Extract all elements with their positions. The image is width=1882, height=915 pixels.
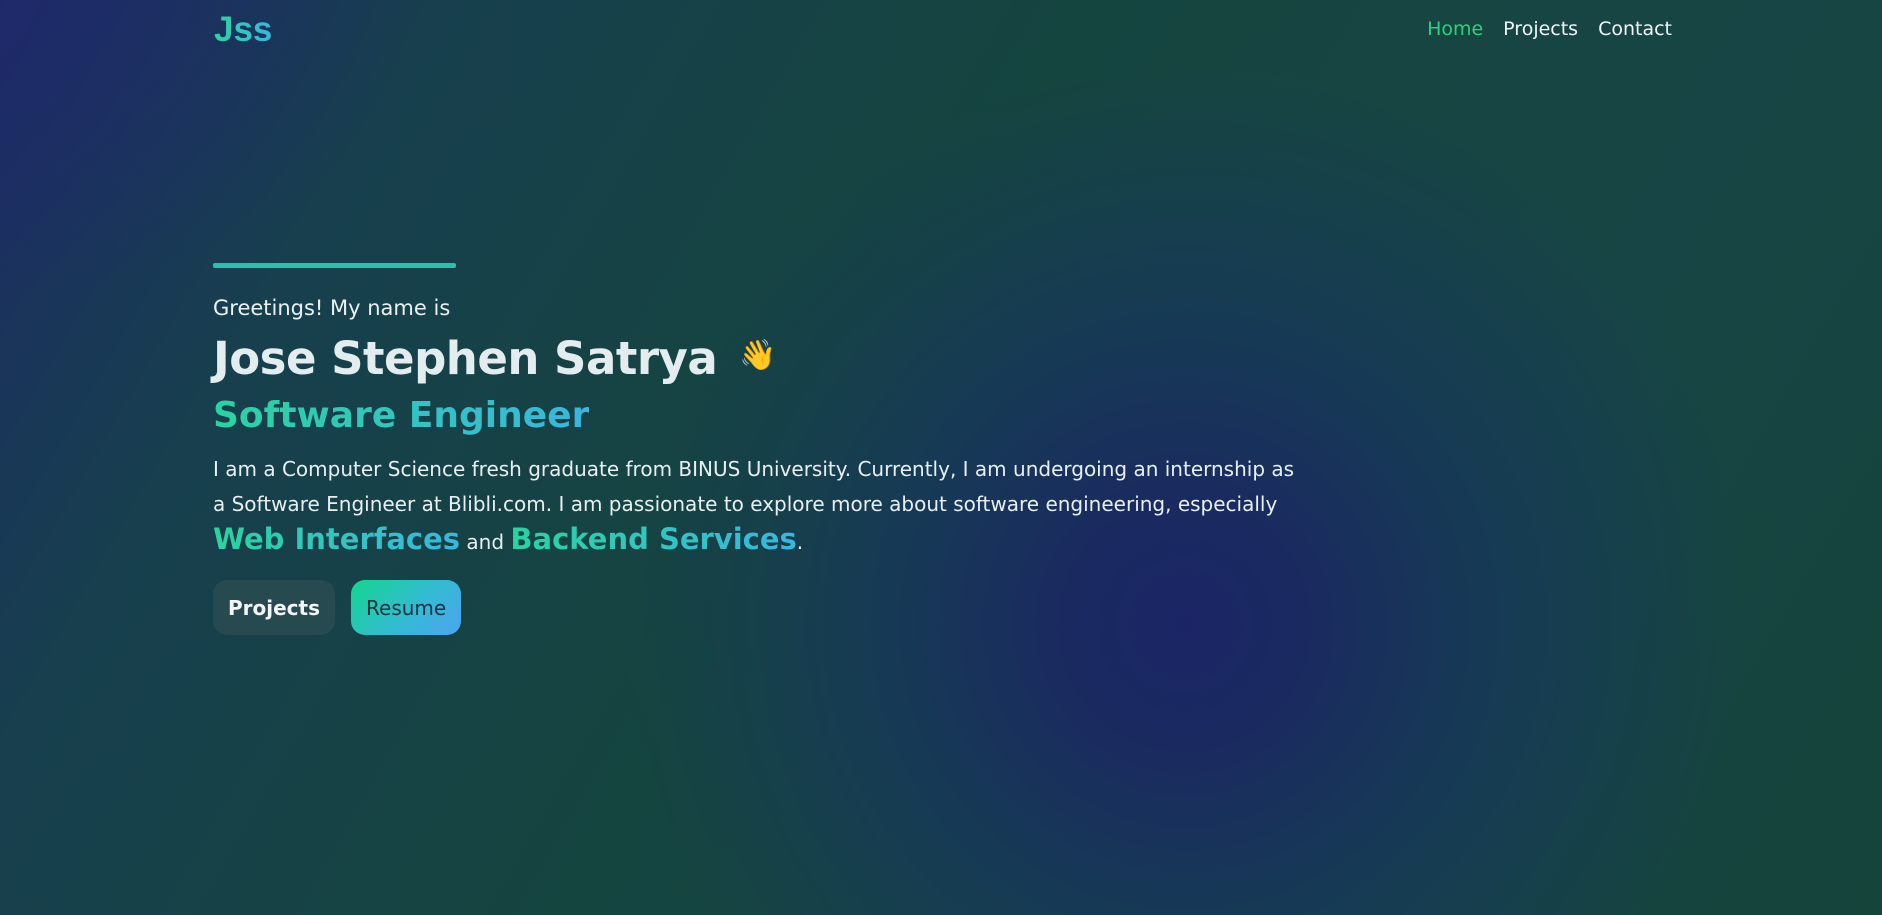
waving-hand-icon: 👋	[739, 338, 777, 373]
projects-button[interactable]: Projects	[213, 580, 336, 635]
site-logo[interactable]: Jss	[214, 10, 272, 50]
highlight-web-interfaces: Web Interfaces	[213, 522, 461, 556]
nav-link-contact[interactable]: Contact	[1598, 18, 1672, 40]
accent-divider	[213, 263, 456, 268]
highlight-backend-services: Backend Services	[510, 522, 797, 556]
person-name: Jose Stephen Satrya	[213, 332, 718, 385]
name-row: Jose Stephen Satrya 👋	[213, 332, 1313, 385]
bio-paragraph: I am a Computer Science fresh graduate f…	[213, 452, 1303, 560]
bio-text: I am a Computer Science fresh graduate f…	[213, 457, 1295, 516]
nav-link-projects[interactable]: Projects	[1503, 18, 1578, 40]
bio-end: .	[796, 530, 804, 554]
hero-buttons: Projects Resume	[213, 580, 1313, 635]
greeting-text: Greetings! My name is	[213, 296, 451, 320]
site-header: Jss Home Projects Contact	[0, 0, 1882, 64]
bio-and: and	[466, 530, 505, 554]
job-title: Software Engineer	[213, 395, 590, 436]
nav-link-home[interactable]: Home	[1427, 18, 1483, 40]
hero-section: Greetings! My name is Jose Stephen Satry…	[213, 296, 1313, 635]
main-nav: Home Projects Contact	[1427, 18, 1672, 40]
resume-button[interactable]: Resume	[351, 580, 462, 635]
